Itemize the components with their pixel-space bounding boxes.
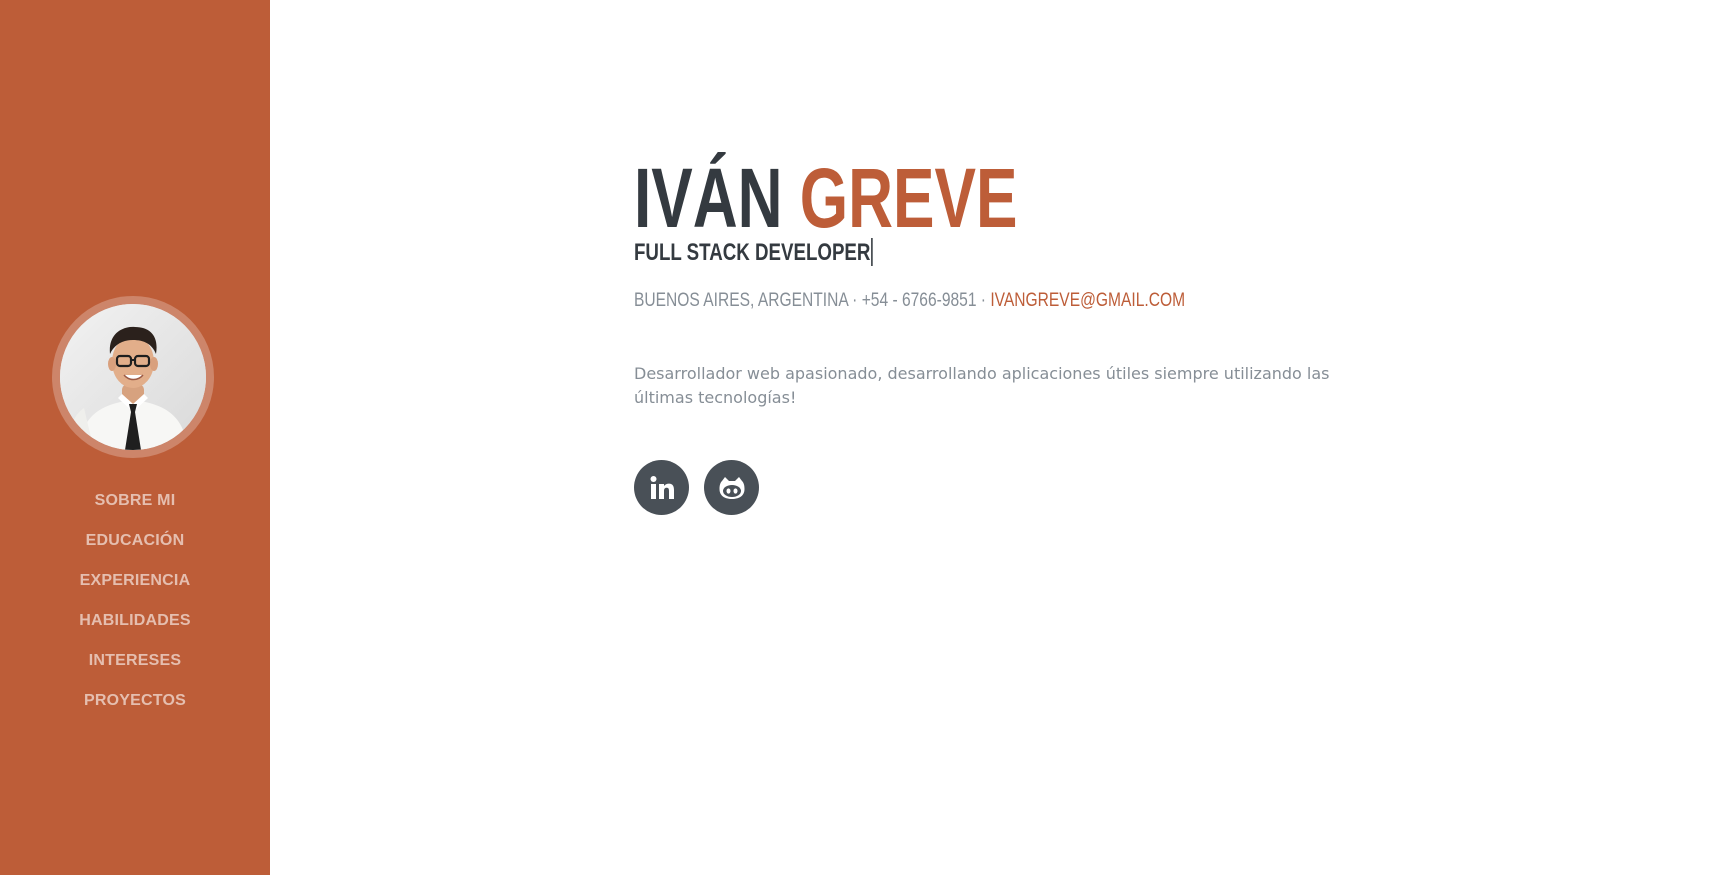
nav-link-experiencia[interactable]: EXPERIENCIA <box>80 572 191 590</box>
github-button[interactable] <box>704 460 759 515</box>
nav-link-intereses[interactable]: INTERESES <box>89 652 182 670</box>
social-links <box>634 460 1394 515</box>
nav-item-habilidades: HABILIDADES <box>0 601 270 641</box>
linkedin-button[interactable] <box>634 460 689 515</box>
nav-link-habilidades[interactable]: HABILIDADES <box>79 612 191 630</box>
nav-item-proyectos: PROYECTOS <box>0 681 270 721</box>
page-title: IVÁN GREVE <box>634 150 1196 246</box>
contact-info: BUENOS AIRES, ARGENTINA · +54 - 6766-985… <box>634 288 1257 314</box>
job-title-text: FULL STACK DEVELOPER <box>634 239 871 266</box>
sidebar-nav: SOBRE MI EDUCACIÓN EXPERIENCIA HABILIDAD… <box>0 481 270 721</box>
main-content: IVÁN GREVE FULL STACK DEVELOPER BUENOS A… <box>270 0 1719 875</box>
linkedin-icon <box>650 475 674 499</box>
typing-caret <box>871 238 873 266</box>
avatar <box>60 304 206 450</box>
bio-text: Desarrollador web apasionado, desarrolla… <box>634 364 1330 407</box>
first-name: IVÁN <box>634 151 783 245</box>
github-icon <box>719 476 744 499</box>
nav-link-proyectos[interactable]: PROYECTOS <box>84 692 186 710</box>
job-title: FULL STACK DEVELOPER <box>634 238 873 268</box>
nav-link-sobre-mi[interactable]: SOBRE MI <box>95 492 176 510</box>
email-link[interactable]: IVANGREVE@GMAIL.COM <box>990 290 1185 311</box>
sidebar: SOBRE MI EDUCACIÓN EXPERIENCIA HABILIDAD… <box>0 0 270 875</box>
nav-item-intereses: INTERESES <box>0 641 270 681</box>
about-section: IVÁN GREVE FULL STACK DEVELOPER BUENOS A… <box>634 150 1394 515</box>
nav-item-educacion: EDUCACIÓN <box>0 521 270 561</box>
nav-item-experiencia: EXPERIENCIA <box>0 561 270 601</box>
page: SOBRE MI EDUCACIÓN EXPERIENCIA HABILIDAD… <box>0 0 1719 875</box>
nav-item-sobre-mi: SOBRE MI <box>0 481 270 521</box>
avatar-frame[interactable] <box>52 296 214 458</box>
contact-location-phone: BUENOS AIRES, ARGENTINA · +54 - 6766-985… <box>634 290 986 311</box>
nav-link-educacion[interactable]: EDUCACIÓN <box>86 532 185 550</box>
last-name: GREVE <box>799 151 1018 245</box>
